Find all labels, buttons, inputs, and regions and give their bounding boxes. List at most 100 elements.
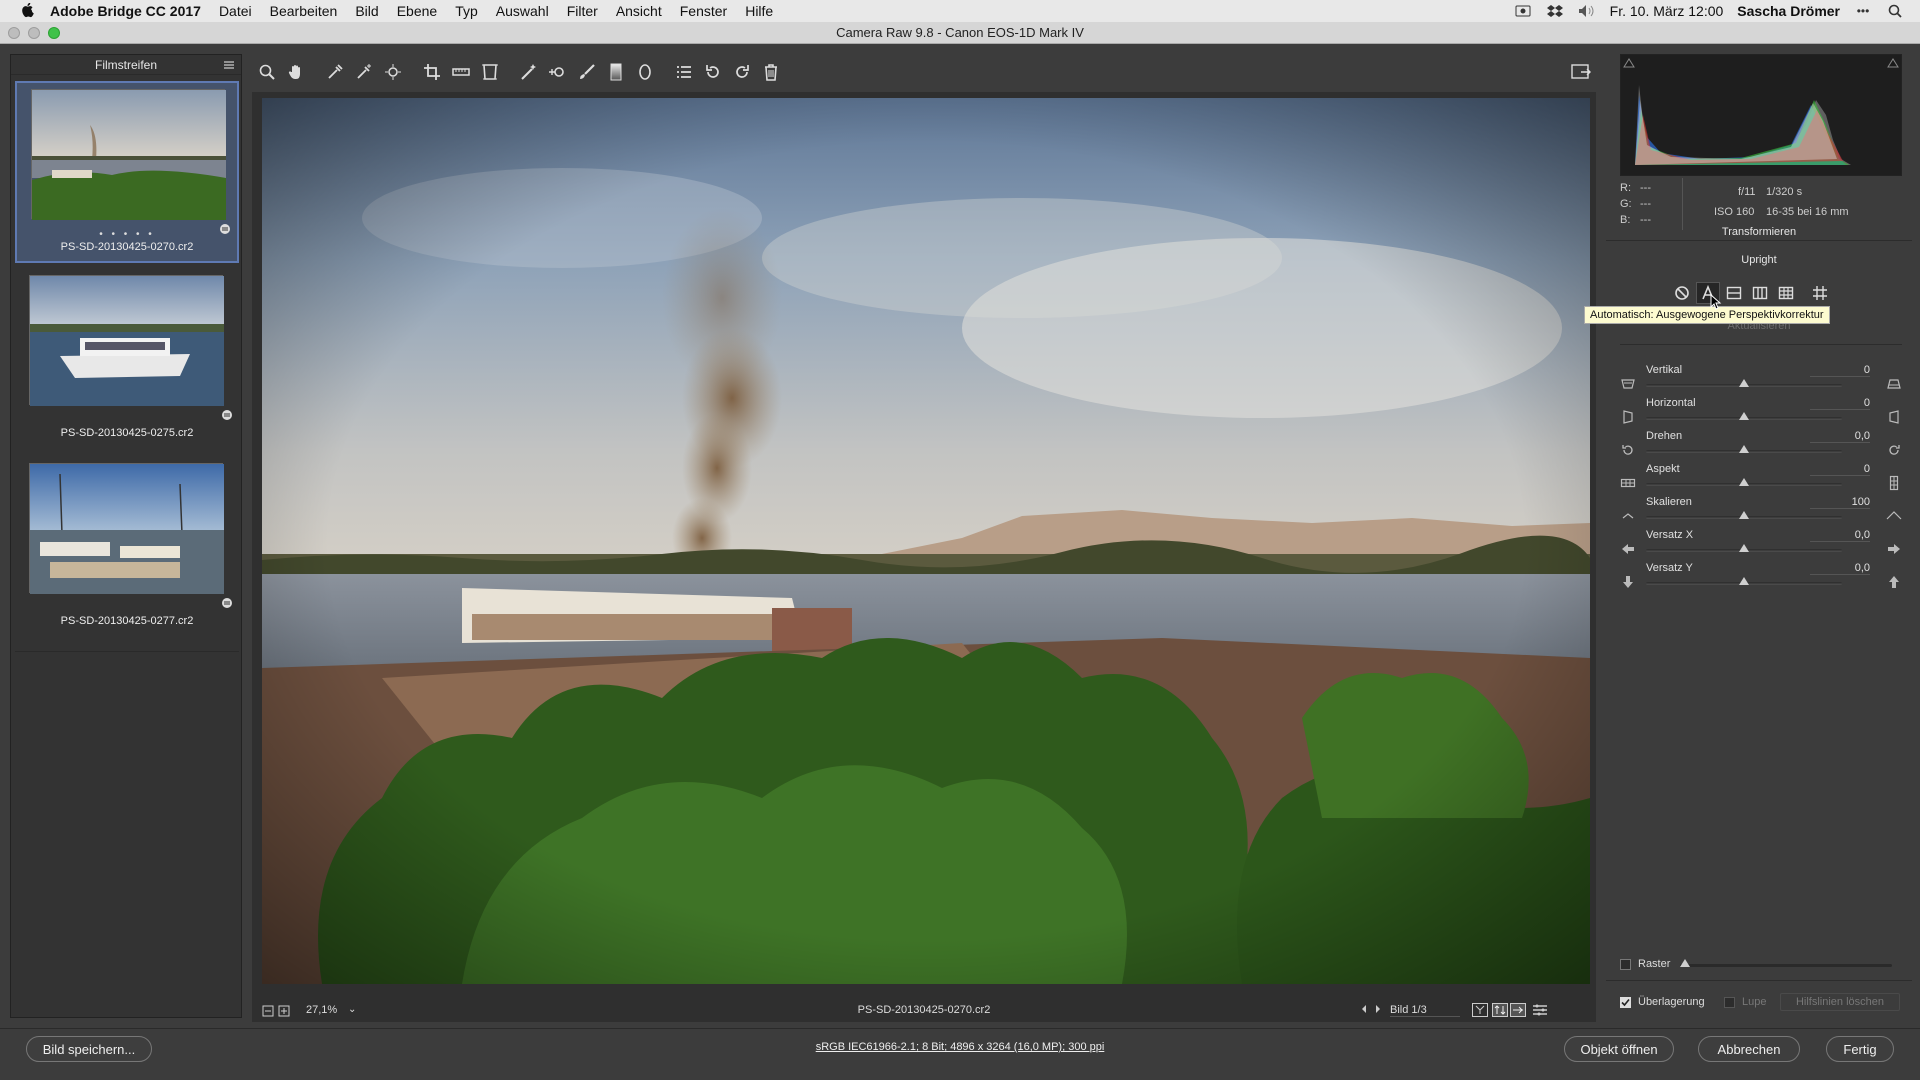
screen-record-icon[interactable] (1514, 4, 1532, 18)
trash-icon[interactable] (756, 59, 785, 85)
clear-guides-button[interactable]: Hilfslinien löschen (1780, 993, 1900, 1011)
window-title-bar: Camera Raw 9.8 - Canon EOS-1D Mark IV (0, 22, 1920, 44)
next-image-icon[interactable] (1374, 1004, 1382, 1017)
aperture: f/11 (1738, 186, 1756, 198)
apple-icon[interactable] (20, 2, 38, 20)
highlight-clipping-warning-icon[interactable] (1887, 57, 1899, 71)
close-window-button[interactable] (8, 27, 20, 39)
cancel-button[interactable]: Abbrechen (1698, 1036, 1800, 1062)
spotlight-search-icon[interactable] (1886, 4, 1904, 18)
upright-guided-icon[interactable] (1808, 282, 1832, 304)
slider-aspect[interactable]: Aspekt 0 (1620, 463, 1902, 496)
volume-icon[interactable] (1578, 4, 1596, 18)
menu-datei[interactable]: Datei (219, 3, 252, 19)
dropbox-icon[interactable] (1546, 4, 1564, 18)
slider-thumb[interactable] (1739, 511, 1749, 519)
minimize-window-button[interactable] (28, 27, 40, 39)
fullscreen-window-button[interactable] (48, 27, 60, 39)
slider-vertical[interactable]: Vertikal 0 (1620, 364, 1902, 397)
slider-offset-x[interactable]: Versatz X 0,0 (1620, 529, 1902, 562)
filmstrip-item[interactable]: PS-SD-20130425-0277.cr2 (15, 457, 239, 639)
menu-bar: Adobe Bridge CC 2017 Datei Bearbeiten Bi… (0, 0, 1920, 22)
slider-thumb[interactable] (1739, 445, 1749, 453)
filmstrip-item[interactable]: • • • • • PS-SD-20130425-0270.cr2 (15, 81, 239, 263)
slider-value[interactable]: 0 (1810, 463, 1870, 476)
swap-settings-icon[interactable] (1492, 1003, 1508, 1020)
slider-rotate[interactable]: Drehen 0,0 (1620, 430, 1902, 463)
copy-settings-icon[interactable] (1510, 1003, 1526, 1020)
graduated-filter-tool-icon[interactable] (601, 59, 630, 85)
targeted-adjustment-tool-icon[interactable] (378, 59, 407, 85)
radial-filter-tool-icon[interactable] (630, 59, 659, 85)
previous-image-icon[interactable] (1360, 1004, 1368, 1017)
slider-value[interactable]: 0,0 (1810, 562, 1870, 575)
menu-ebene[interactable]: Ebene (397, 3, 437, 19)
preview-image[interactable] (262, 98, 1590, 984)
filmstrip-menu-icon[interactable] (223, 59, 235, 71)
slider-value[interactable]: 0 (1810, 364, 1870, 377)
grid-size-thumb[interactable] (1680, 959, 1690, 967)
grid-size-slider[interactable] (1680, 964, 1892, 967)
rotate-left-icon[interactable] (698, 59, 727, 85)
menu-typ[interactable]: Typ (455, 3, 478, 19)
user-name[interactable]: Sascha Drömer (1737, 3, 1840, 19)
menu-filter[interactable]: Filter (567, 3, 598, 19)
upright-off-icon[interactable] (1670, 282, 1694, 304)
upright-level-icon[interactable] (1722, 282, 1746, 304)
slider-offset-y[interactable]: Versatz Y 0,0 (1620, 562, 1902, 595)
slider-thumb[interactable] (1739, 412, 1749, 420)
menu-fenster[interactable]: Fenster (680, 3, 727, 19)
view-settings-icon[interactable] (1532, 1003, 1548, 1020)
upright-vertical-icon[interactable] (1748, 282, 1772, 304)
red-eye-tool-icon[interactable] (543, 59, 572, 85)
slider-value[interactable]: 100 (1810, 496, 1870, 509)
crop-tool-icon[interactable] (417, 59, 446, 85)
slider-thumb[interactable] (1739, 577, 1749, 585)
shadow-clipping-warning-icon[interactable] (1623, 57, 1635, 71)
menu-hilfe[interactable]: Hilfe (745, 3, 773, 19)
overlay-checkbox[interactable] (1620, 997, 1631, 1008)
b-label: B: (1620, 214, 1631, 226)
grid-row: Raster (1620, 956, 1902, 974)
slider-thumb[interactable] (1739, 544, 1749, 552)
spot-removal-tool-icon[interactable] (514, 59, 543, 85)
more-icon[interactable]: ••• (1854, 4, 1872, 18)
g-label: G: (1620, 198, 1632, 210)
fullscreen-toggle-icon[interactable] (1568, 61, 1594, 83)
before-after-y-icon[interactable] (1472, 1003, 1488, 1020)
slider-thumb[interactable] (1739, 478, 1749, 486)
adjustment-brush-tool-icon[interactable] (572, 59, 601, 85)
clock[interactable]: Fr. 10. März 12:00 (1610, 3, 1724, 19)
hand-tool-icon[interactable] (281, 59, 310, 85)
slider-horizontal[interactable]: Horizontal 0 (1620, 397, 1902, 430)
rotate-right-icon[interactable] (727, 59, 756, 85)
grid-checkbox[interactable] (1620, 959, 1631, 970)
panel-divider (1606, 980, 1912, 981)
slider-value[interactable]: 0 (1810, 397, 1870, 410)
white-balance-tool-icon[interactable] (320, 59, 349, 85)
straighten-tool-icon[interactable] (446, 59, 475, 85)
loupe-checkbox[interactable] (1724, 997, 1735, 1008)
zoom-tool-icon[interactable] (252, 59, 281, 85)
transform-tool-icon[interactable] (475, 59, 504, 85)
open-object-button[interactable]: Objekt öffnen (1564, 1036, 1674, 1062)
menu-ansicht[interactable]: Ansicht (616, 3, 662, 19)
menu-bearbeiten[interactable]: Bearbeiten (270, 3, 338, 19)
filmstrip-item[interactable]: PS-SD-20130425-0275.cr2 (15, 269, 239, 451)
slider-label: Vertikal (1646, 364, 1683, 376)
menu-auswahl[interactable]: Auswahl (496, 3, 549, 19)
slider-thumb[interactable] (1739, 379, 1749, 387)
slider-value[interactable]: 0,0 (1810, 529, 1870, 542)
app-menu[interactable]: Adobe Bridge CC 2017 (50, 3, 201, 19)
slider-value[interactable]: 0,0 (1810, 430, 1870, 443)
rating-dots[interactable]: • • • • • (17, 229, 237, 240)
upright-full-icon[interactable] (1774, 282, 1798, 304)
slider-scale[interactable]: Skalieren 100 (1620, 496, 1902, 529)
menu-bild[interactable]: Bild (355, 3, 378, 19)
filmstrip-panel: Filmstreifen • • • • • PS-SD-20130425-02… (10, 54, 242, 1018)
preferences-tool-icon[interactable] (669, 59, 698, 85)
thumbnail-image (29, 463, 224, 594)
color-sampler-tool-icon[interactable] (349, 59, 378, 85)
done-button[interactable]: Fertig (1826, 1036, 1894, 1062)
slider-label: Aspekt (1646, 463, 1680, 475)
